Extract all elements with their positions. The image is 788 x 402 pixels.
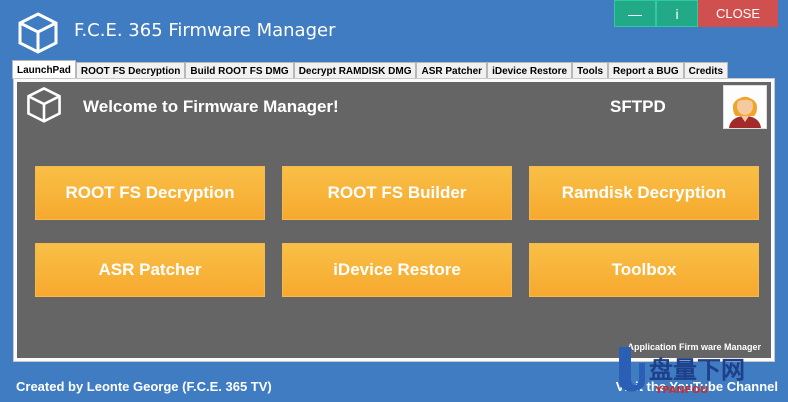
- idevice-restore-button[interactable]: iDevice Restore: [282, 243, 512, 297]
- svg-text:YPANFOU: YPANFOU: [654, 385, 708, 396]
- user-avatar[interactable]: [723, 85, 767, 129]
- ramdisk-decryption-button[interactable]: Ramdisk Decryption: [529, 166, 759, 220]
- tab-decrypt-ramdisk-dmg[interactable]: Decrypt RAMDISK DMG: [293, 62, 417, 79]
- root-fs-builder-button[interactable]: ROOT FS Builder: [282, 166, 512, 220]
- tab-tools[interactable]: Tools: [572, 62, 609, 79]
- asr-patcher-button[interactable]: ASR Patcher: [35, 243, 265, 297]
- tab-credits[interactable]: Credits: [683, 62, 729, 79]
- welcome-heading: Welcome to Firmware Manager!: [83, 97, 339, 116]
- close-button[interactable]: CLOSE: [698, 0, 778, 27]
- username-label: SFTPD: [610, 97, 666, 116]
- tab-report-a-bug[interactable]: Report a BUG: [608, 62, 684, 79]
- tab-root-fs-decryption[interactable]: ROOT FS Decryption: [75, 62, 186, 79]
- app-title: F.C.E. 365 Firmware Manager: [74, 20, 336, 41]
- app-logo-cube-icon: [18, 12, 58, 54]
- tab-bar: LaunchPad ROOT FS Decryption Build ROOT …: [12, 60, 729, 79]
- minimize-button[interactable]: —: [614, 0, 656, 27]
- cube-icon: [27, 87, 61, 123]
- avatar-person-icon: [724, 86, 766, 128]
- svg-text:盘量下网: 盘量下网: [649, 356, 745, 384]
- launchpad-content: Welcome to Firmware Manager! SFTPD ROOT …: [17, 82, 771, 358]
- tab-panel: Welcome to Firmware Manager! SFTPD ROOT …: [13, 78, 775, 362]
- author-credit: Created by Leonte George (F.C.E. 365 TV): [16, 379, 272, 394]
- tab-build-root-fs-dmg[interactable]: Build ROOT FS DMG: [185, 62, 294, 79]
- toolbox-button[interactable]: Toolbox: [529, 243, 759, 297]
- tab-launchpad[interactable]: LaunchPad: [12, 60, 76, 79]
- tab-idevice-restore[interactable]: iDevice Restore: [487, 62, 573, 79]
- root-fs-decryption-button[interactable]: ROOT FS Decryption: [35, 166, 265, 220]
- watermark-logo: 盘量下网 YPANFOU: [619, 347, 745, 396]
- tab-asr-patcher[interactable]: ASR Patcher: [416, 62, 488, 79]
- info-button[interactable]: i: [656, 0, 698, 27]
